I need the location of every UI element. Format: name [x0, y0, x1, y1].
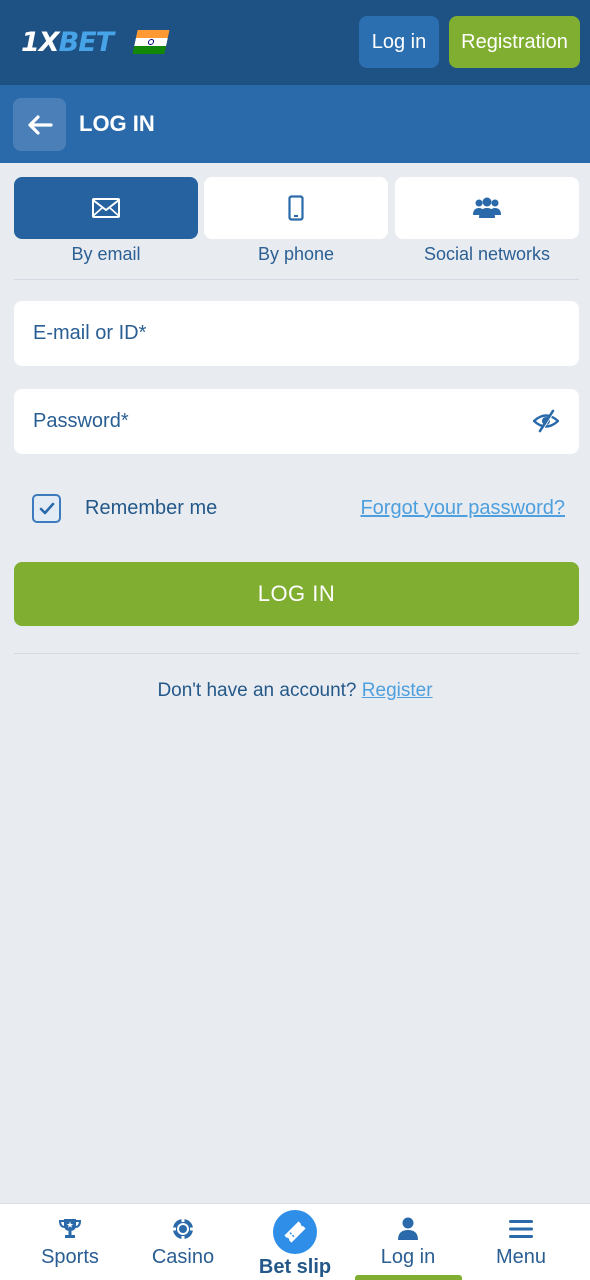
register-link[interactable]: Register [362, 680, 433, 701]
tab-by-phone[interactable] [204, 177, 388, 239]
tab-by-email[interactable] [14, 177, 198, 239]
password-input[interactable] [14, 389, 579, 454]
bottom-navigation: Sports Casino Bet slip Log in Menu [0, 1203, 590, 1280]
page-header: LOG IN [0, 85, 590, 163]
nav-casino[interactable]: Casino [124, 1204, 242, 1280]
envelope-icon [92, 198, 120, 218]
no-account-text: Don't have an account? [157, 680, 357, 701]
email-field[interactable] [14, 301, 579, 366]
tab-label-by-phone[interactable]: By phone [204, 244, 388, 265]
logo[interactable]: 1XBET [21, 26, 114, 58]
tab-social-networks[interactable] [395, 177, 579, 239]
trophy-icon [58, 1219, 82, 1238]
user-icon [398, 1217, 418, 1240]
tab-label-by-email[interactable]: By email [14, 244, 198, 265]
users-icon [473, 197, 501, 218]
login-submit-button[interactable]: LOG IN [14, 562, 579, 626]
menu-icon [509, 1220, 533, 1238]
page-title: LOG IN [79, 111, 155, 136]
phone-icon [288, 195, 304, 221]
password-field[interactable] [14, 389, 579, 454]
logo-suffix: BET [58, 26, 114, 58]
nav-bet-slip[interactable]: Bet slip [236, 1204, 354, 1280]
nav-label-sports: Sports [41, 1246, 99, 1268]
remember-me-checkbox[interactable] [32, 494, 61, 523]
divider [14, 653, 579, 654]
header-registration-button[interactable]: Registration [449, 16, 580, 68]
checkmark-icon [39, 502, 54, 515]
casino-chip-icon [172, 1218, 194, 1240]
india-flag-icon[interactable] [132, 30, 170, 54]
eye-slash-icon[interactable] [532, 409, 560, 438]
arrow-left-icon [27, 114, 53, 135]
nav-log-in[interactable]: Log in [349, 1204, 467, 1280]
nav-label-log-in: Log in [380, 1246, 436, 1268]
remember-me-label[interactable]: Remember me [85, 497, 217, 520]
tab-label-social-networks[interactable]: Social networks [395, 244, 579, 265]
divider [14, 279, 579, 280]
nav-sports[interactable]: Sports [11, 1204, 129, 1280]
header-login-button[interactable]: Log in [359, 16, 439, 68]
no-account-row: Don't have an account? Register [0, 680, 590, 702]
nav-menu[interactable]: Menu [462, 1204, 580, 1280]
nav-label-casino: Casino [151, 1246, 215, 1268]
email-input[interactable] [14, 301, 579, 366]
nav-label-bet-slip: Bet slip [258, 1256, 332, 1278]
ticket-icon [284, 1221, 306, 1243]
logo-prefix: 1X [21, 26, 60, 58]
active-tab-indicator [355, 1275, 462, 1280]
back-button[interactable] [13, 98, 66, 151]
nav-label-menu: Menu [495, 1246, 547, 1268]
top-bar: 1XBET Log in Registration [0, 0, 590, 85]
forgot-password-link[interactable]: Forgot your password? [360, 497, 565, 520]
